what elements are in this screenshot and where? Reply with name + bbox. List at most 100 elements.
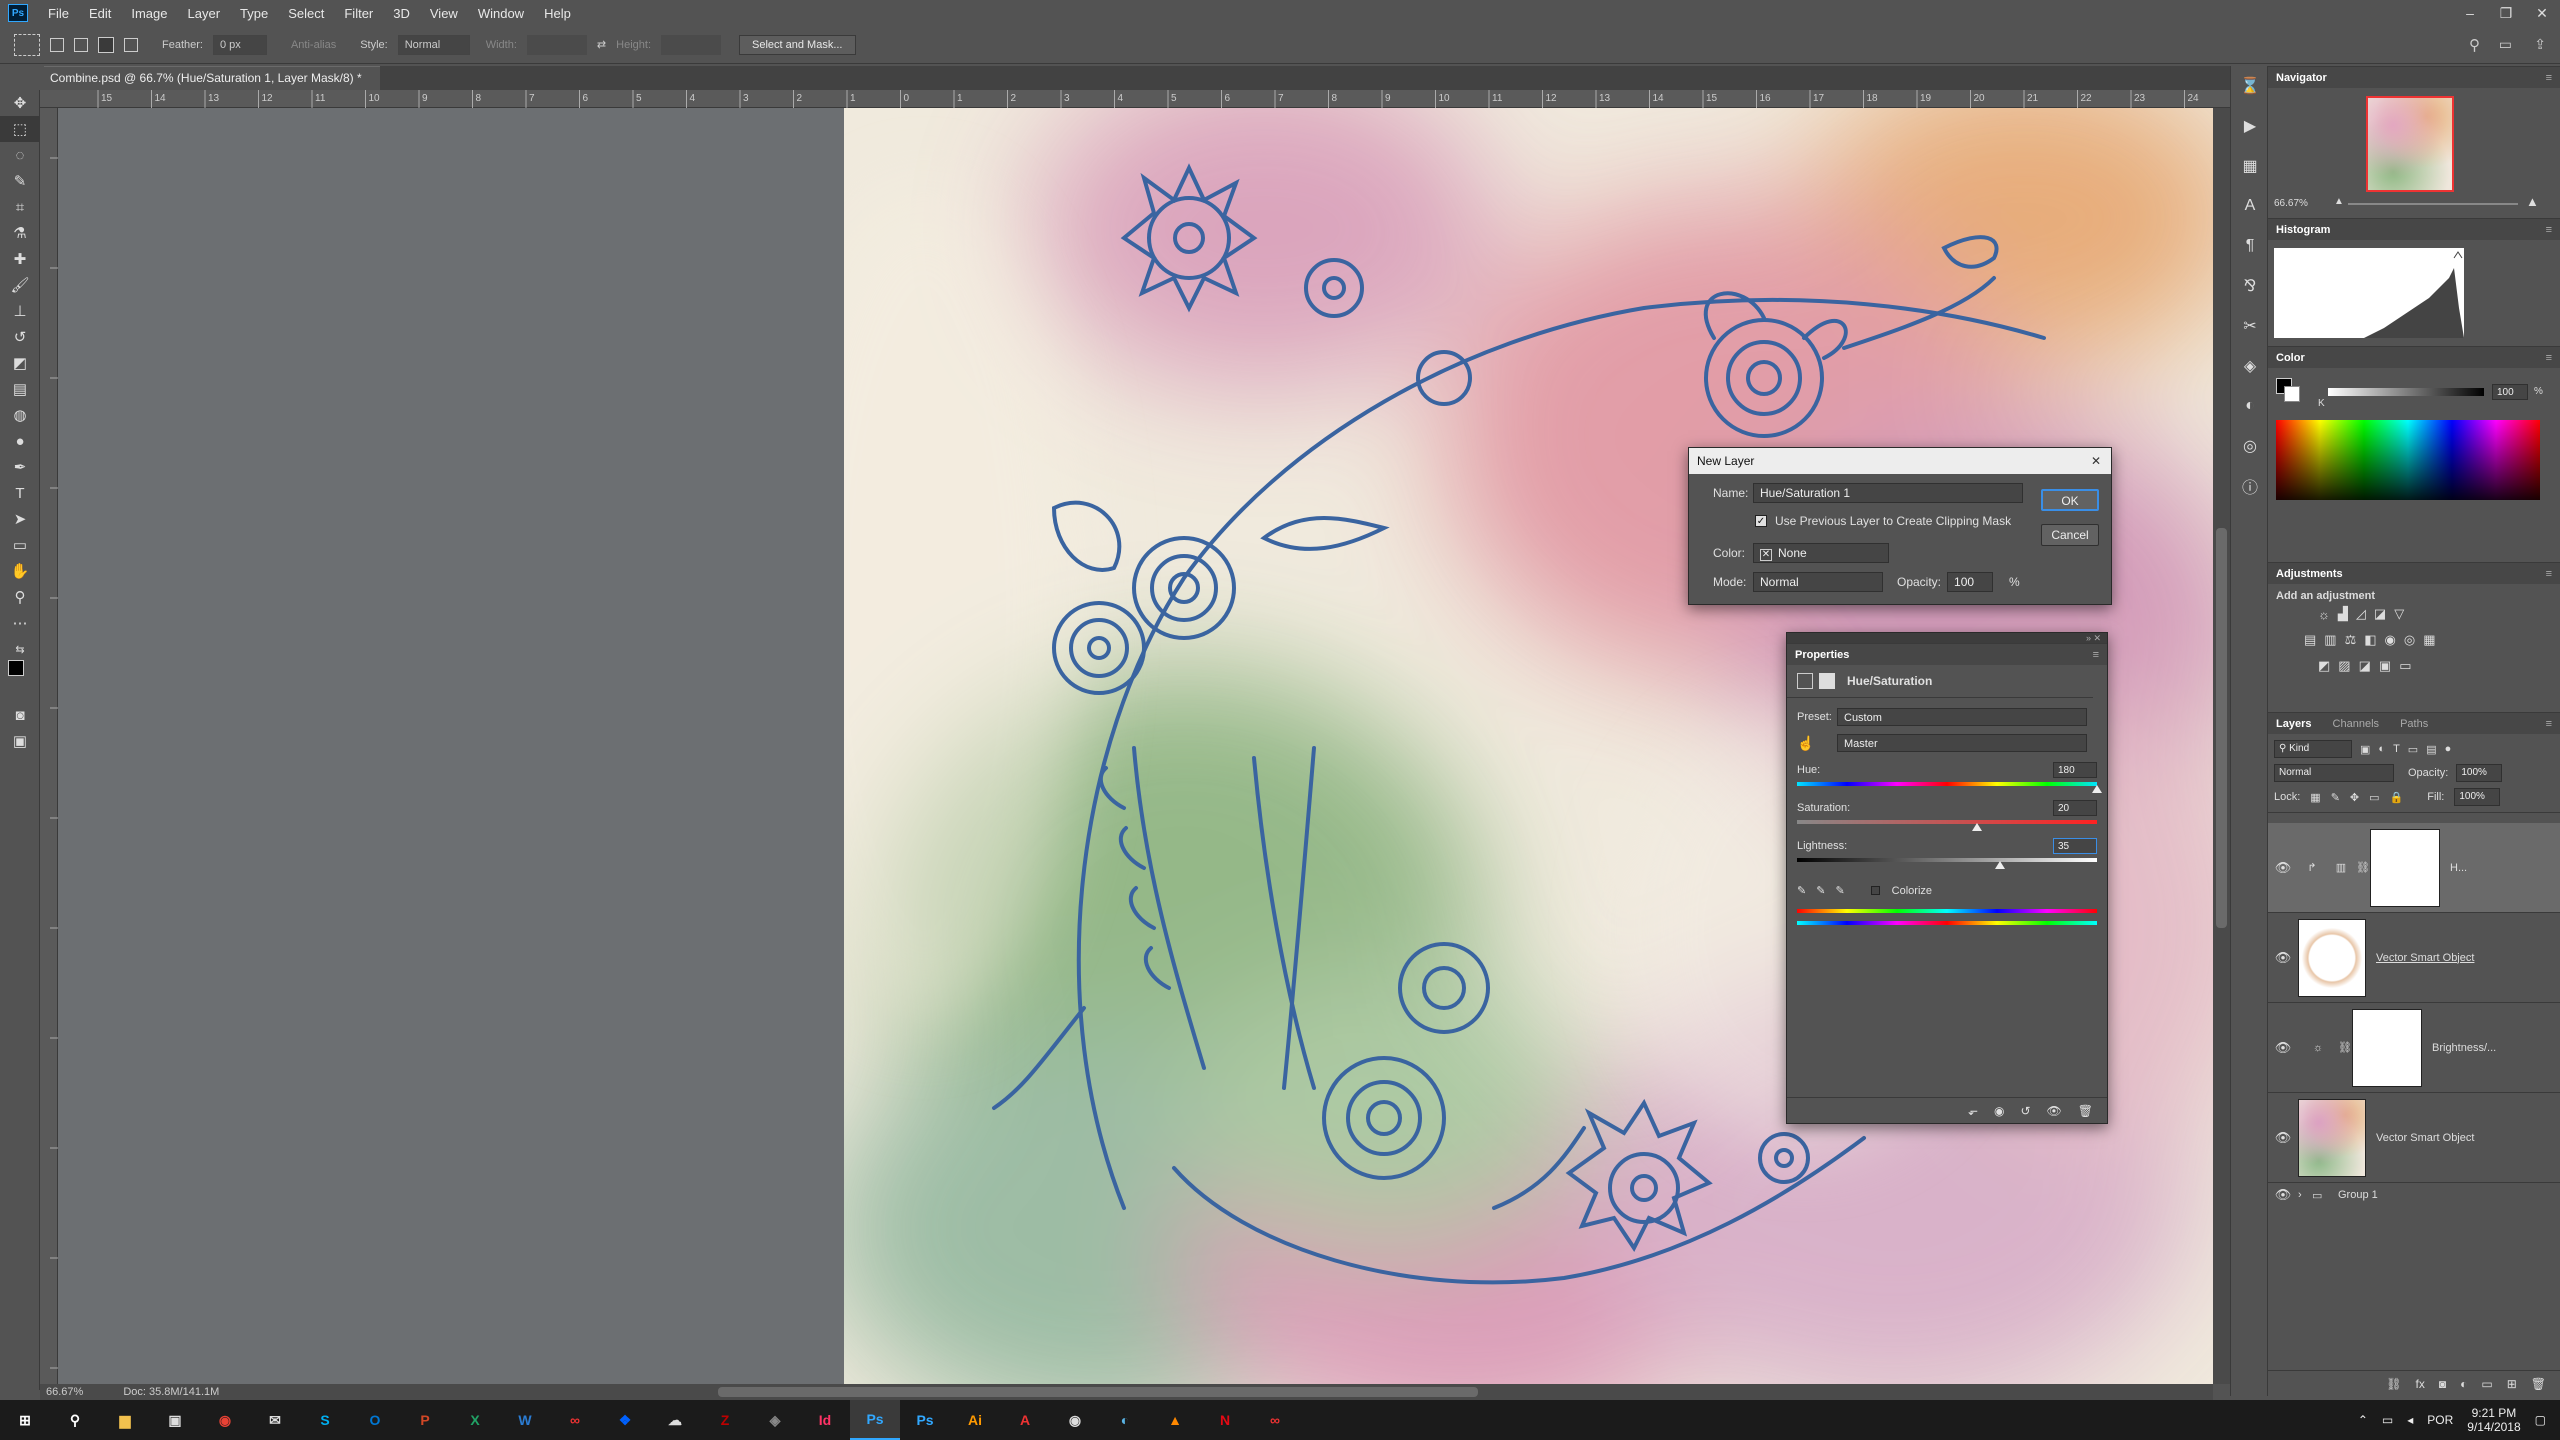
brush-icon[interactable]: ◐ bbox=[2231, 386, 2269, 426]
new-layer-opacity-input[interactable]: 100 bbox=[1947, 572, 1994, 592]
curves-icon[interactable]: ◿ bbox=[2356, 606, 2366, 622]
rectangular-marquee-tool-icon[interactable]: ⬚ bbox=[0, 116, 40, 142]
new-group-icon[interactable]: ▭ bbox=[2481, 1377, 2492, 1391]
indesign-icon[interactable]: Id bbox=[800, 1400, 850, 1440]
layer-visibility-eye-icon[interactable]: 👁 bbox=[2268, 950, 2298, 966]
filter-toggle-icon[interactable]: ● bbox=[2445, 743, 2452, 755]
filter-type-icon[interactable]: T bbox=[2393, 743, 2400, 755]
cancel-button[interactable]: Cancel bbox=[2041, 524, 2099, 546]
menu-help[interactable]: Help bbox=[534, 6, 581, 21]
foreground-color-swatch[interactable] bbox=[8, 660, 24, 676]
tools-presets-icon[interactable]: ✂ bbox=[2231, 306, 2269, 346]
color-balance-icon[interactable]: ⚖ bbox=[2345, 632, 2357, 648]
menu-3d[interactable]: 3D bbox=[383, 6, 420, 21]
word-icon[interactable]: W bbox=[500, 1400, 550, 1440]
character-icon[interactable]: A bbox=[2231, 186, 2269, 226]
lock-pixels-icon[interactable]: ✎ bbox=[2331, 791, 2340, 804]
new-layer-dialog-close-icon[interactable]: ✕ bbox=[2091, 448, 2101, 474]
menu-filter[interactable]: Filter bbox=[334, 6, 383, 21]
blend-mode-select[interactable]: Normal bbox=[2274, 764, 2394, 782]
screen-mode-icon[interactable]: ▣ bbox=[0, 728, 40, 754]
layer-row[interactable]: 👁 › ▭ Group 1 bbox=[2268, 1183, 2560, 1207]
navigator-zoom-value[interactable]: 66.67% bbox=[2274, 198, 2308, 209]
search-taskbar-icon[interactable]: ⚲ bbox=[50, 1400, 100, 1440]
vertical-scrollbar[interactable] bbox=[2213, 108, 2230, 1384]
vertical-scroll-thumb[interactable] bbox=[2216, 528, 2227, 928]
tray-volume-icon[interactable]: ◂ bbox=[2407, 1413, 2413, 1427]
layer-mask-thumbnail[interactable] bbox=[2352, 1008, 2422, 1087]
menu-window[interactable]: Window bbox=[468, 6, 534, 21]
eraser-tool-icon[interactable]: ◩ bbox=[0, 350, 40, 376]
actions-play-icon[interactable]: ▶ bbox=[2231, 106, 2269, 146]
eyedropper-minus-icon[interactable]: ✎ bbox=[1835, 884, 1844, 897]
lock-transparent-icon[interactable]: ▦ bbox=[2310, 791, 2320, 804]
group-expand-chevron-icon[interactable]: › bbox=[2298, 1189, 2312, 1201]
color-spectrum[interactable] bbox=[2276, 420, 2540, 500]
acrobat-icon[interactable]: A bbox=[1000, 1400, 1050, 1440]
properties-menu-icon[interactable]: ≡ bbox=[2093, 644, 2099, 666]
selective-color-icon[interactable]: ▣ bbox=[2379, 658, 2391, 674]
black-white-icon[interactable]: ◧ bbox=[2364, 632, 2376, 648]
saturation-input[interactable]: 20 bbox=[2053, 800, 2097, 816]
vlc-icon[interactable]: ▲ bbox=[1150, 1400, 1200, 1440]
fill-input[interactable]: 100% bbox=[2454, 788, 2501, 806]
obs-icon[interactable]: ◉ bbox=[1050, 1400, 1100, 1440]
filter-pixel-icon[interactable]: ▣ bbox=[2360, 743, 2370, 756]
add-mask-icon[interactable]: ◙ bbox=[2439, 1377, 2446, 1391]
menu-image[interactable]: Image bbox=[121, 6, 177, 21]
hue-saturation-icon[interactable]: ▥ bbox=[2324, 632, 2336, 648]
hue-slider[interactable] bbox=[1797, 778, 2102, 793]
clip-to-layer-icon[interactable]: ⬐ bbox=[1968, 1104, 1978, 1118]
vpn-icon[interactable]: ◈ bbox=[750, 1400, 800, 1440]
navigator-menu-icon[interactable]: ≡ bbox=[2546, 67, 2552, 89]
notifications-icon[interactable]: ▢ bbox=[2535, 1413, 2546, 1427]
layer-mask-thumbnail[interactable] bbox=[2370, 828, 2440, 907]
width-input[interactable] bbox=[526, 34, 587, 55]
restore-button[interactable]: ❐ bbox=[2488, 0, 2524, 26]
outlook-icon[interactable]: O bbox=[350, 1400, 400, 1440]
close-window-button[interactable]: ✕ bbox=[2524, 0, 2560, 26]
excel-icon[interactable]: X bbox=[450, 1400, 500, 1440]
threshold-icon[interactable]: ◪ bbox=[2359, 658, 2371, 674]
creative-cloud-icon[interactable]: ∞ bbox=[550, 1400, 600, 1440]
clipping-mask-checkbox[interactable]: ✓ bbox=[1755, 515, 1767, 527]
paragraph-icon[interactable]: ¶ bbox=[2231, 226, 2269, 266]
mail-icon[interactable]: ✉ bbox=[250, 1400, 300, 1440]
filezilla-icon[interactable]: Z bbox=[700, 1400, 750, 1440]
brightness-contrast-icon[interactable]: ☼ bbox=[2318, 607, 2330, 622]
chrome-icon[interactable]: ◉ bbox=[200, 1400, 250, 1440]
quick-mask-icon[interactable]: ◙ bbox=[0, 702, 40, 728]
style-select[interactable]: Normal bbox=[397, 34, 470, 55]
menu-view[interactable]: View bbox=[420, 6, 468, 21]
new-layer-name-input[interactable]: Hue/Saturation 1 bbox=[1753, 483, 2023, 503]
layer-visibility-eye-icon[interactable]: 👁 bbox=[2268, 1130, 2298, 1146]
zoom-in-icon[interactable]: ▲ bbox=[2526, 194, 2539, 209]
hue-slider-knob[interactable] bbox=[2092, 785, 2102, 793]
document-tab[interactable]: Combine.psd @ 66.7% (Hue/Saturation 1, L… bbox=[44, 66, 380, 107]
tray-clock[interactable]: 9:21 PM 9/14/2018 bbox=[2467, 1406, 2520, 1434]
3d-icon[interactable]: ◈ bbox=[2231, 346, 2269, 386]
color-k-slider[interactable] bbox=[2328, 388, 2484, 396]
filter-adjustment-icon[interactable]: ◐ bbox=[2378, 743, 2385, 755]
color-k-input[interactable]: 100 bbox=[2492, 384, 2528, 400]
history-icon[interactable]: ⌛ bbox=[2231, 66, 2269, 106]
file-explorer-icon[interactable]: ▆ bbox=[100, 1400, 150, 1440]
libraries-icon[interactable]: ▦ bbox=[2231, 146, 2269, 186]
layer-visibility-eye-icon[interactable]: 👁 bbox=[2268, 1187, 2298, 1203]
filter-smart-icon[interactable]: ▤ bbox=[2426, 743, 2436, 756]
tray-network-icon[interactable]: ▭ bbox=[2382, 1413, 2393, 1427]
menu-file[interactable]: File bbox=[38, 6, 79, 21]
skype-icon[interactable]: S bbox=[300, 1400, 350, 1440]
antialias-checkbox[interactable]: Anti-alias bbox=[291, 39, 336, 51]
posterize-icon[interactable]: ▨ bbox=[2338, 658, 2350, 674]
smart-object-wreath-thumbnail[interactable] bbox=[2298, 918, 2366, 997]
swap-colors-icon[interactable]: ⇆ bbox=[0, 636, 40, 662]
add-selection-icon[interactable] bbox=[74, 37, 88, 52]
intersect-selection-icon[interactable] bbox=[124, 37, 138, 52]
new-layer-dialog-titlebar[interactable]: New Layer ✕ bbox=[1689, 448, 2111, 474]
lightness-slider[interactable] bbox=[1797, 854, 2097, 869]
path-selection-tool-icon[interactable]: ➤ bbox=[0, 506, 40, 532]
properties-panel-grip[interactable]: » ✕ bbox=[1787, 633, 2107, 643]
smart-object-watercolor-thumbnail[interactable] bbox=[2298, 1098, 2366, 1177]
view-previous-icon[interactable]: ◉ bbox=[1994, 1104, 2004, 1118]
